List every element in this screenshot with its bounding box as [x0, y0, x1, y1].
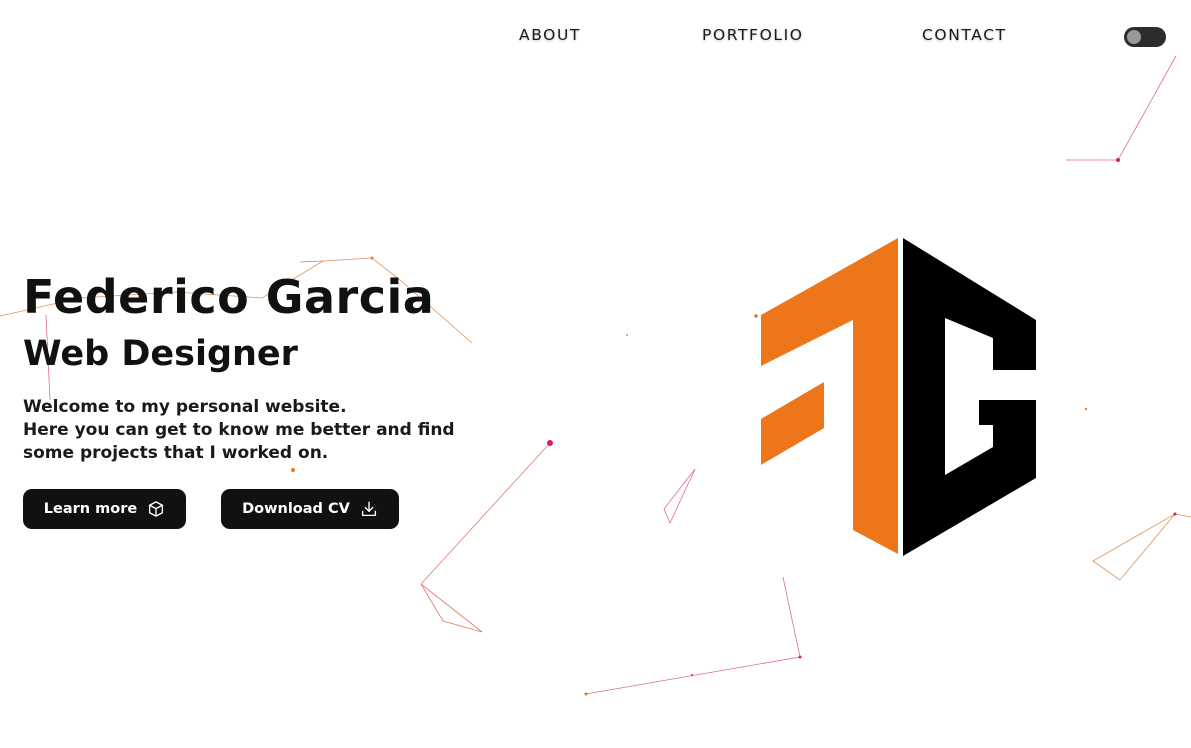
nav-portfolio-link[interactable]: PORTFOLIO [702, 26, 804, 44]
hero-name: Federico Garcia [23, 270, 435, 324]
learn-more-button[interactable]: Learn more [23, 489, 186, 529]
fg-monogram-logo [761, 238, 1036, 556]
download-icon [360, 500, 378, 518]
cube-icon [147, 500, 165, 518]
hero-intro-line-2: Here you can get to know me better and f… [23, 420, 455, 463]
download-cv-button[interactable]: Download CV [221, 489, 399, 529]
theme-toggle[interactable] [1124, 27, 1166, 47]
learn-more-label: Learn more [43, 501, 138, 517]
hero-intro-line-1: Welcome to my personal website. [23, 397, 347, 417]
hero-role: Web Designer [23, 334, 298, 374]
page: ABOUT PORTFOLIO CONTACT Federico Garcia … [0, 0, 1191, 748]
theme-toggle-knob [1127, 30, 1141, 44]
nav-contact-link[interactable]: CONTACT [922, 26, 1007, 44]
hero-intro: Welcome to my personal website. Here you… [23, 396, 503, 465]
download-cv-label: Download CV [242, 501, 350, 517]
nav-about-link[interactable]: ABOUT [519, 26, 581, 44]
